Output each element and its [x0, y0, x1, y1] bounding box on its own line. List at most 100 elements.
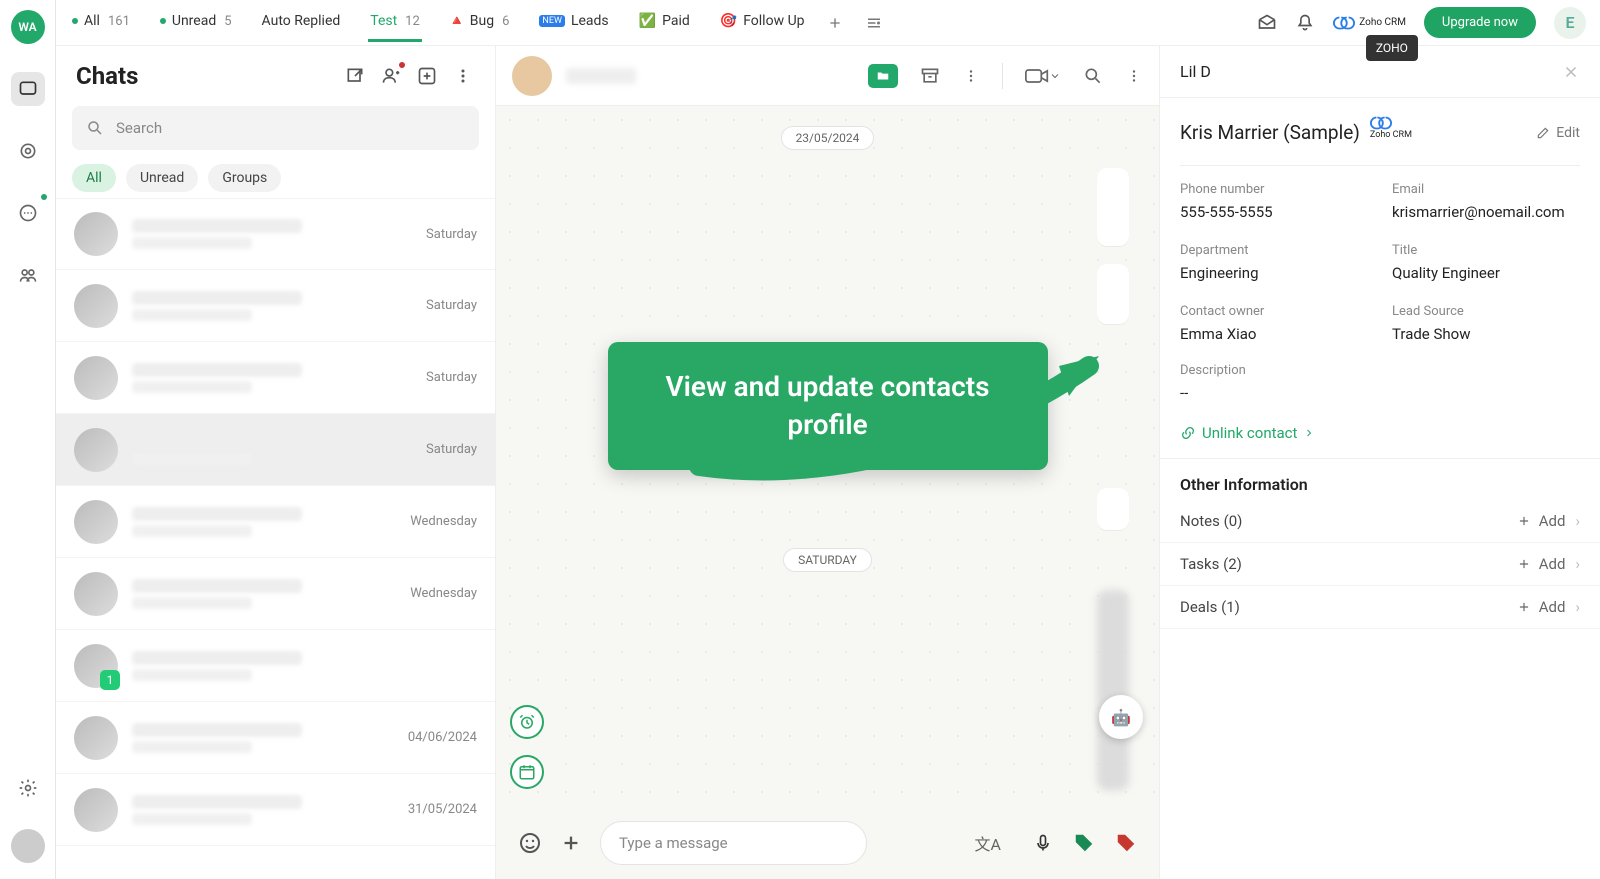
- new-chat-icon[interactable]: [415, 64, 439, 88]
- field-source: Lead SourceTrade Show: [1392, 304, 1580, 343]
- media-message: [1097, 590, 1129, 790]
- field-phone: Phone number555-555-5555: [1180, 182, 1368, 221]
- chat-item[interactable]: Saturday: [56, 270, 495, 342]
- nav-profile-avatar[interactable]: [11, 829, 45, 863]
- chat-more-icon[interactable]: [1125, 67, 1143, 85]
- nav-rail: WA: [0, 0, 56, 879]
- bug-icon: 🔺: [450, 14, 464, 28]
- reminder-icon[interactable]: [510, 705, 544, 739]
- section-tasks[interactable]: Tasks (2)Add›: [1160, 543, 1600, 586]
- add-task-button[interactable]: Add: [1517, 555, 1566, 573]
- other-info-heading: Other Information: [1160, 459, 1600, 500]
- chat-item[interactable]: Wednesday: [56, 486, 495, 558]
- emoji-icon[interactable]: [518, 831, 542, 855]
- calendar-icon[interactable]: [510, 755, 544, 789]
- search-input[interactable]: [72, 106, 479, 150]
- tab-leads[interactable]: NEWLeads: [537, 3, 610, 42]
- filter-tabs: All161 Unread5 Auto Replied Test12 🔺Bug6…: [70, 3, 807, 42]
- nav-chats-icon[interactable]: [11, 72, 45, 106]
- mic-icon[interactable]: [1033, 832, 1053, 854]
- zoho-link-icon: Zoho CRM: [1370, 116, 1412, 149]
- edit-button[interactable]: Edit: [1536, 125, 1580, 141]
- zoho-tooltip: ZOHO: [1366, 35, 1418, 61]
- tab-auto-replied[interactable]: Auto Replied: [260, 3, 343, 42]
- conversation-panel: 23/05/2024 View and update contacts prof…: [496, 46, 1160, 879]
- zoho-crm-label: Zoho CRM: [1359, 18, 1406, 28]
- bot-icon[interactable]: 🤖: [1099, 695, 1143, 739]
- field-title: TitleQuality Engineer: [1392, 243, 1580, 282]
- chip-groups[interactable]: Groups: [208, 164, 281, 192]
- nav-messages-icon[interactable]: [11, 196, 45, 230]
- more-vertical-icon[interactable]: [962, 67, 980, 85]
- field-owner: Contact ownerEmma Xiao: [1180, 304, 1368, 343]
- chat-item[interactable]: 04/06/2024: [56, 702, 495, 774]
- more-icon[interactable]: [451, 64, 475, 88]
- user-avatar[interactable]: E: [1554, 7, 1586, 39]
- field-email: Emailkrismarrier@noemail.com: [1392, 182, 1580, 221]
- filter-settings-icon[interactable]: [865, 14, 883, 32]
- composer: 文A: [496, 807, 1159, 879]
- conversation-title: [566, 68, 636, 84]
- zoho-crm-link[interactable]: Zoho CRM: [1333, 15, 1406, 31]
- date-pill: 23/05/2024: [781, 126, 875, 150]
- inbox-icon[interactable]: [1257, 13, 1277, 33]
- chat-list[interactable]: Saturday Saturday Saturday Saturday Wedn…: [56, 198, 495, 879]
- nav-automation-icon[interactable]: [11, 134, 45, 168]
- message-bubble: [1097, 488, 1129, 530]
- attach-icon[interactable]: [560, 832, 582, 854]
- add-tab-icon[interactable]: [827, 14, 843, 32]
- conversation-avatar[interactable]: [512, 56, 552, 96]
- upgrade-button[interactable]: Upgrade now: [1424, 7, 1536, 38]
- chats-panel: Chats All Unread Groups Saturday: [56, 46, 496, 879]
- tab-follow-up[interactable]: 🎯Follow Up: [718, 3, 807, 42]
- tag-red-icon[interactable]: [1115, 832, 1137, 854]
- search-chat-icon[interactable]: [1083, 66, 1103, 86]
- add-deal-button[interactable]: Add: [1517, 598, 1566, 616]
- topbar: All161 Unread5 Auto Replied Test12 🔺Bug6…: [56, 0, 1600, 46]
- chat-item[interactable]: Saturday: [56, 198, 495, 270]
- bell-icon[interactable]: [1295, 13, 1315, 33]
- chip-unread[interactable]: Unread: [126, 164, 198, 192]
- chevron-right-icon: ›: [1575, 512, 1580, 530]
- add-contact-icon[interactable]: [379, 64, 403, 88]
- translate-icon[interactable]: 文A: [975, 831, 1001, 855]
- nav-settings-icon[interactable]: [11, 771, 45, 805]
- video-call-icon[interactable]: [1025, 67, 1061, 85]
- close-icon[interactable]: [1562, 63, 1580, 81]
- app-logo[interactable]: WA: [11, 10, 45, 44]
- chat-item[interactable]: Saturday: [56, 414, 495, 486]
- section-deals[interactable]: Deals (1)Add›: [1160, 586, 1600, 629]
- field-department: DepartmentEngineering: [1180, 243, 1368, 282]
- chats-title: Chats: [76, 62, 331, 90]
- chat-item[interactable]: Saturday: [56, 342, 495, 414]
- search-icon: [86, 119, 104, 137]
- crm-panel-title: Lil D: [1180, 62, 1211, 81]
- tag-green-icon[interactable]: [1073, 832, 1095, 854]
- chat-item[interactable]: 1: [56, 630, 495, 702]
- add-note-button[interactable]: Add: [1517, 512, 1566, 530]
- annotation-callout: View and update contacts profile: [608, 342, 1048, 470]
- day-pill: SATURDAY: [783, 548, 872, 572]
- crm-panel: Lil D Kris Marrier (Sample) Zoho CRM Edi…: [1160, 46, 1600, 879]
- new-badge-icon: NEW: [539, 15, 565, 27]
- chat-item[interactable]: 31/05/2024: [56, 774, 495, 846]
- section-notes[interactable]: Notes (0)Add›: [1160, 500, 1600, 543]
- field-description: Description--: [1160, 349, 1600, 408]
- new-folder-icon[interactable]: [868, 64, 898, 88]
- chip-all[interactable]: All: [72, 164, 116, 192]
- tab-test[interactable]: Test12: [368, 3, 422, 42]
- archive-icon[interactable]: [920, 66, 940, 86]
- tab-unread[interactable]: Unread5: [158, 3, 234, 42]
- nav-team-icon[interactable]: [11, 258, 45, 292]
- chevron-right-icon: ›: [1575, 555, 1580, 573]
- message-input[interactable]: [600, 821, 867, 865]
- new-window-icon[interactable]: [343, 64, 367, 88]
- tab-all[interactable]: All161: [70, 3, 132, 42]
- unlink-contact-link[interactable]: Unlink contact: [1160, 408, 1600, 459]
- check-icon: ✅: [639, 13, 656, 29]
- chevron-right-icon: ›: [1575, 598, 1580, 616]
- tab-paid[interactable]: ✅Paid: [637, 3, 692, 42]
- chat-item[interactable]: Wednesday: [56, 558, 495, 630]
- tab-bug[interactable]: 🔺Bug6: [448, 3, 512, 42]
- message-bubble: [1097, 168, 1129, 246]
